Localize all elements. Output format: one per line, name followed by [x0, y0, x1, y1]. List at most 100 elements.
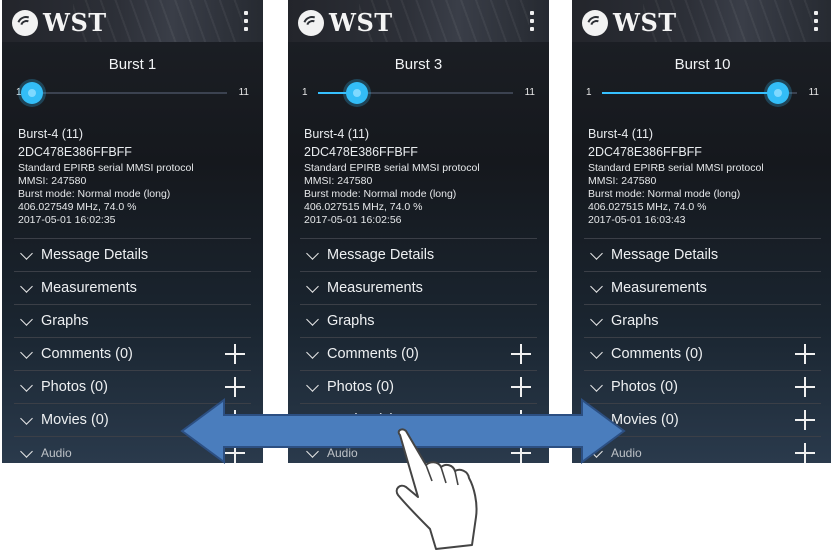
burst-name: Burst-4 (11) [18, 127, 84, 141]
slider-thumb[interactable] [766, 82, 789, 104]
section-label: Audio [41, 446, 72, 460]
frequency-text: 406.027515 MHz, 74.0 % [304, 201, 423, 213]
burst-slider[interactable]: 1 11 [586, 81, 819, 105]
chevron-down-icon [306, 279, 319, 293]
section-label: Measurements [41, 280, 137, 296]
chevron-down-icon [306, 378, 319, 392]
mmsi-text: MMSI: 247580 [588, 175, 657, 187]
add-movie-icon[interactable] [795, 410, 815, 430]
wst-logo-icon [582, 9, 608, 36]
section-message-details[interactable]: Message Details [14, 239, 251, 272]
burst-name: Burst-4 (11) [588, 127, 654, 141]
section-comments[interactable]: Comments (0) [584, 338, 821, 371]
section-graphs[interactable]: Graphs [300, 305, 537, 338]
app-logo: WST [12, 8, 107, 37]
burst-info: Burst-4 (11) 2DC478E386FFBFF Standard EP… [304, 126, 539, 227]
pointing-hand-icon [395, 428, 478, 550]
slider-thumb[interactable] [21, 82, 43, 104]
section-label: Photos (0) [41, 379, 108, 395]
section-label: Graphs [327, 313, 375, 329]
section-measurements[interactable]: Measurements [300, 272, 537, 305]
add-photo-icon[interactable] [225, 377, 245, 397]
add-photo-icon[interactable] [511, 377, 531, 397]
slider-track[interactable] [602, 82, 797, 104]
section-label: Message Details [41, 247, 149, 263]
burst-info: Burst-4 (11) 2DC478E386FFBFF Standard EP… [588, 126, 823, 227]
overflow-menu-icon[interactable] [529, 11, 535, 31]
burst-name: Burst-4 (11) [304, 127, 370, 141]
protocol-text: Standard EPIRB serial MMSI protocol [304, 162, 480, 174]
timestamp-text: 2017-05-01 16:02:35 [18, 214, 116, 226]
slider-track[interactable] [21, 82, 227, 104]
slider-min-label: 1 [302, 87, 308, 98]
add-comment-icon[interactable] [795, 344, 815, 364]
section-message-details[interactable]: Message Details [300, 239, 537, 272]
burst-slider[interactable]: 1 11 [302, 81, 535, 105]
burst-mode-text: Burst mode: Normal mode (long) [588, 188, 741, 200]
add-comment-icon[interactable] [225, 344, 245, 364]
chevron-down-icon [590, 345, 603, 359]
protocol-text: Standard EPIRB serial MMSI protocol [18, 162, 194, 174]
add-comment-icon[interactable] [511, 344, 531, 364]
timestamp-text: 2017-05-01 16:02:56 [304, 214, 402, 226]
slider-max-label: 11 [808, 87, 819, 98]
section-label: Comments (0) [327, 346, 419, 362]
slider-max-label: 11 [238, 87, 249, 98]
burst-hex-id: 2DC478E386FFBFF [588, 145, 702, 159]
chevron-down-icon [20, 312, 33, 326]
section-label: Graphs [41, 313, 89, 329]
add-photo-icon[interactable] [795, 377, 815, 397]
logo-text: WST [329, 8, 393, 37]
section-label: Photos (0) [611, 379, 678, 395]
burst-title: Burst 3 [394, 56, 443, 73]
burst-hex-id: 2DC478E386FFBFF [18, 145, 132, 159]
burst-hex-id: 2DC478E386FFBFF [304, 145, 418, 159]
slider-min-label: 1 [586, 87, 592, 98]
logo-text: WST [43, 8, 107, 37]
section-label: Comments (0) [611, 346, 703, 362]
section-label: Message Details [327, 247, 435, 263]
overflow-menu-icon[interactable] [813, 11, 819, 31]
slider-max-label: 11 [524, 87, 535, 98]
chevron-down-icon [20, 246, 33, 260]
app-bar: WST [2, 0, 263, 42]
section-message-details[interactable]: Message Details [584, 239, 821, 272]
phone-screen-burst-3: WST Burst 3 1 11 Burst-4 (11) 2DC478E386… [288, 0, 549, 463]
chevron-down-icon [20, 444, 33, 458]
section-graphs[interactable]: Graphs [584, 305, 821, 338]
chevron-down-icon [590, 378, 603, 392]
section-graphs[interactable]: Graphs [14, 305, 251, 338]
slider-fill [602, 92, 778, 94]
slider-track[interactable] [318, 82, 513, 104]
chevron-down-icon [590, 279, 603, 293]
hand-outline [395, 428, 478, 550]
app-bar: WST [572, 0, 831, 42]
section-comments[interactable]: Comments (0) [300, 338, 537, 371]
overflow-menu-icon[interactable] [243, 11, 249, 31]
slider-thumb[interactable] [346, 82, 368, 104]
chevron-down-icon [306, 246, 319, 260]
section-label: Comments (0) [41, 346, 133, 362]
logo-text: WST [613, 8, 677, 37]
frequency-text: 406.027549 MHz, 74.0 % [18, 201, 137, 213]
add-audio-icon[interactable] [795, 443, 815, 463]
burst-title: Burst 10 [674, 56, 731, 73]
section-comments[interactable]: Comments (0) [14, 338, 251, 371]
app-bar: WST [288, 0, 549, 42]
section-measurements[interactable]: Measurements [14, 272, 251, 305]
protocol-text: Standard EPIRB serial MMSI protocol [588, 162, 764, 174]
chevron-down-icon [20, 378, 33, 392]
phone-screen-burst-1: WST Burst 1 1 11 Burst-4 (11) 2DC478E386… [2, 0, 263, 463]
burst-mode-text: Burst mode: Normal mode (long) [304, 188, 457, 200]
chevron-down-icon [20, 411, 33, 425]
section-label: Measurements [327, 280, 423, 296]
burst-slider[interactable]: 1 11 [16, 81, 249, 105]
app-logo: WST [582, 8, 677, 37]
section-label: Graphs [611, 313, 659, 329]
app-logo: WST [298, 8, 393, 37]
section-label: Measurements [611, 280, 707, 296]
section-measurements[interactable]: Measurements [584, 272, 821, 305]
mmsi-text: MMSI: 247580 [18, 175, 87, 187]
wst-logo-icon [298, 9, 324, 36]
burst-mode-text: Burst mode: Normal mode (long) [18, 188, 171, 200]
